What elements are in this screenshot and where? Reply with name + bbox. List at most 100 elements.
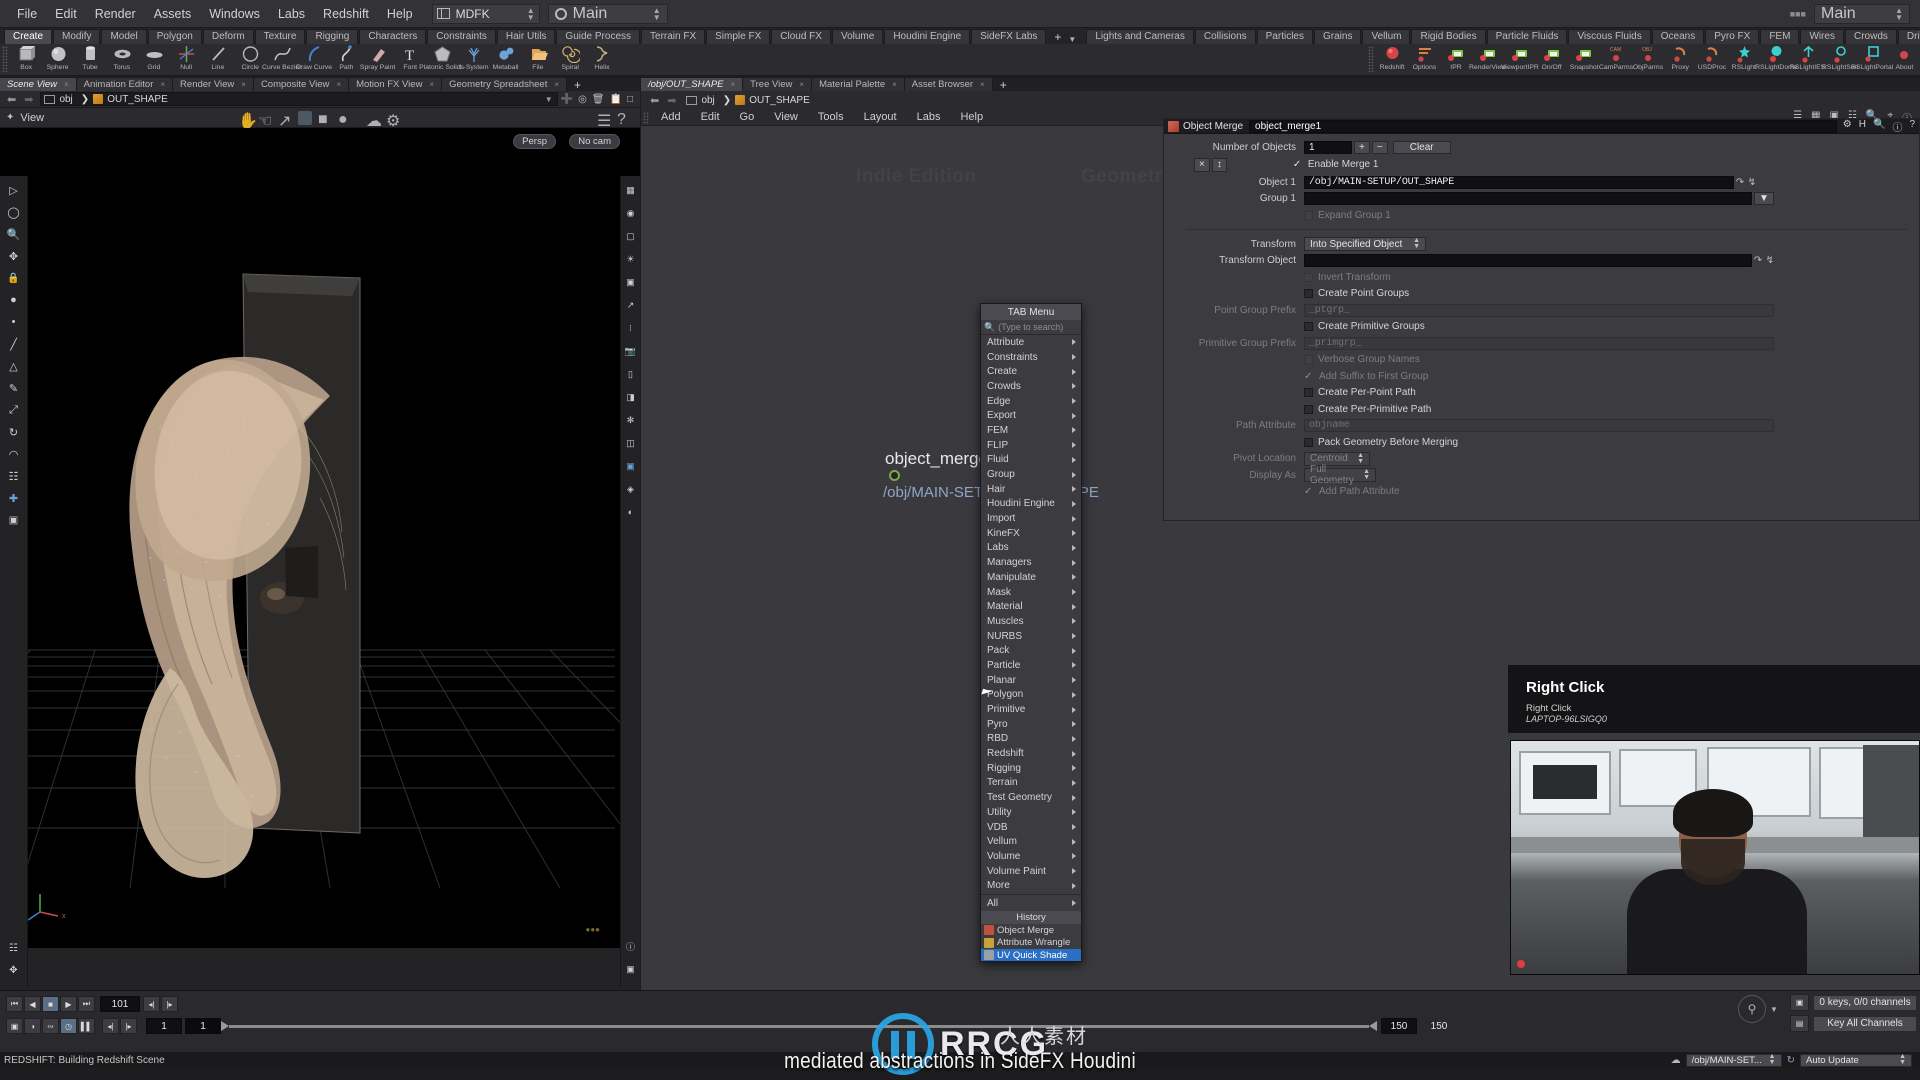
network-menu-tools[interactable]: Tools bbox=[808, 111, 854, 123]
range-slider-track[interactable] bbox=[229, 1024, 1369, 1028]
shelf-tab-sidefx-labs[interactable]: SideFX Labs bbox=[971, 29, 1047, 44]
shelf-tool-torus[interactable]: Torus bbox=[106, 44, 138, 71]
shelf-tab-drive-simulation[interactable]: Drive Simulation bbox=[1897, 29, 1920, 44]
parm-field-object1[interactable]: /obj/MAIN-SETUP/OUT_SHAPE bbox=[1304, 175, 1734, 189]
tab-menu-item-volume[interactable]: Volume bbox=[981, 849, 1081, 864]
shelf-tool-line[interactable]: Line bbox=[202, 44, 234, 71]
network-menu-go[interactable]: Go bbox=[730, 111, 765, 123]
tab-menu-item-material[interactable]: Material bbox=[981, 599, 1081, 614]
key-scope-button[interactable]: ◑ bbox=[24, 1018, 41, 1034]
shelf-tool-proxy[interactable]: Proxy bbox=[1664, 44, 1696, 71]
wire-shade-icon[interactable]: ▢ bbox=[621, 226, 641, 246]
network-tab-tree-view[interactable]: Tree View × bbox=[743, 78, 813, 91]
shelf-tool-box[interactable]: Box bbox=[10, 44, 42, 71]
tab-menu-search[interactable]: 🔍 (Type to search) bbox=[981, 320, 1081, 335]
network-forward-arrow-icon[interactable]: ➡ bbox=[663, 94, 680, 107]
tab-menu-item-primitive[interactable]: Primitive bbox=[981, 702, 1081, 717]
transform-tool-icon[interactable]: ✚ bbox=[4, 488, 24, 508]
tab-menu-item-fluid[interactable]: Fluid bbox=[981, 453, 1081, 468]
key-channels-icon[interactable]: ▤ bbox=[1790, 1015, 1809, 1032]
play-forward-button[interactable]: ▶ bbox=[60, 996, 77, 1012]
scene-tab-add-button[interactable]: + bbox=[567, 78, 588, 92]
normals-icon[interactable]: ↗ bbox=[621, 295, 641, 315]
right-main-spinner[interactable]: ▲ ▼ bbox=[1895, 6, 1903, 21]
tab-menu-item-constraints[interactable]: Constraints bbox=[981, 350, 1081, 365]
help-icon[interactable]: ? bbox=[1909, 119, 1915, 134]
shelf-tab-collisions[interactable]: Collisions bbox=[1194, 29, 1256, 44]
shelf-tab-particle-fluids[interactable]: Particle Fluids bbox=[1486, 29, 1568, 44]
tab-menu-item-polygon[interactable]: Polygon bbox=[981, 688, 1081, 703]
parm-add-path-attribute-check[interactable]: ✓ bbox=[1304, 486, 1314, 497]
viewport-render-icon[interactable]: ▣ bbox=[621, 959, 641, 979]
shelf-tool-redshift[interactable]: Redshift bbox=[1376, 44, 1408, 71]
texture-icon[interactable]: ▣ bbox=[621, 272, 641, 292]
maximize-icon[interactable]: □ bbox=[627, 94, 633, 105]
shelf-tool-on-off[interactable]: On/Off bbox=[1536, 44, 1568, 71]
parm-field-number-of-objects[interactable]: 1 bbox=[1304, 140, 1352, 154]
tab-menu-history-object-merge[interactable]: Object Merge bbox=[981, 924, 1081, 937]
tab-menu-item-all[interactable]: All bbox=[981, 896, 1081, 911]
parm-add-object-button[interactable]: + bbox=[1354, 140, 1370, 154]
shelf-tab-grains[interactable]: Grains bbox=[1314, 29, 1362, 44]
parameter-node-name-field[interactable]: object_merge1 bbox=[1249, 119, 1837, 133]
shelf-tab-volume[interactable]: Volume bbox=[831, 29, 884, 44]
menu-assets[interactable]: Assets bbox=[145, 4, 201, 24]
help-icon[interactable]: ? bbox=[617, 111, 631, 128]
parm-create-per-point-path-checkbox[interactable] bbox=[1304, 388, 1313, 397]
parm-menu-display-as[interactable]: Full Geometry ▲ ▼ bbox=[1304, 464, 1376, 486]
scale-tool-icon[interactable]: ⤢ bbox=[4, 400, 24, 420]
crumb-obj[interactable]: obj bbox=[55, 94, 76, 105]
tab-menu-item-planar[interactable]: Planar bbox=[981, 673, 1081, 688]
scene-tab-composite-view[interactable]: Composite View × bbox=[253, 78, 350, 91]
close-icon[interactable]: × bbox=[429, 80, 434, 89]
prim-tool-icon[interactable]: △ bbox=[4, 356, 24, 376]
shelf-tab-crowds[interactable]: Crowds bbox=[1845, 29, 1897, 44]
lock-tool-icon[interactable]: 🔒 bbox=[4, 268, 24, 288]
edge-tool-icon[interactable]: ╱ bbox=[4, 334, 24, 354]
shelf-tab-terrain-fx[interactable]: Terrain FX bbox=[641, 29, 706, 44]
parm-clear-button[interactable]: Clear bbox=[1392, 140, 1451, 154]
viewport-axis-icon[interactable]: ✥ bbox=[4, 960, 24, 980]
tab-menu-item-flip[interactable]: FLIP bbox=[981, 438, 1081, 453]
shelf-tool-rslighties[interactable]: RSLightIES bbox=[1790, 44, 1826, 71]
close-icon[interactable]: × bbox=[980, 80, 985, 89]
close-icon[interactable]: × bbox=[892, 80, 897, 89]
shelf-tab-houdini-engine[interactable]: Houdini Engine bbox=[884, 29, 971, 44]
network-menu-view[interactable]: View bbox=[764, 111, 808, 123]
shelf-tab-characters[interactable]: Characters bbox=[359, 29, 427, 44]
parm-merge-delete-button[interactable]: × bbox=[1194, 157, 1210, 172]
go-to-start-button[interactable]: ⏮ bbox=[6, 996, 23, 1012]
parm-remove-object-button[interactable]: − bbox=[1371, 140, 1388, 154]
shelf-tab-viscous-fluids[interactable]: Viscous Fluids bbox=[1568, 29, 1651, 44]
mirror-tool-icon[interactable]: ◠ bbox=[4, 444, 24, 464]
tab-menu-item-test-geometry[interactable]: Test Geometry bbox=[981, 790, 1081, 805]
tab-menu-item-import[interactable]: Import bbox=[981, 511, 1081, 526]
tab-menu-item-vellum[interactable]: Vellum bbox=[981, 834, 1081, 849]
tab-menu-item-attribute[interactable]: Attribute bbox=[981, 335, 1081, 350]
parm-expand-group-checkbox[interactable] bbox=[1304, 210, 1313, 220]
time-button[interactable]: ◷ bbox=[60, 1018, 77, 1034]
shelf-tool-grid[interactable]: Grid bbox=[138, 44, 170, 71]
scene-path-breadcrumb[interactable]: obj ❯ OUT_SHAPE ▼ bbox=[40, 92, 558, 106]
move-tool-icon[interactable]: ✥ bbox=[4, 246, 24, 266]
magnify-tool-icon[interactable]: 🔍 bbox=[4, 224, 24, 244]
play-stop-button[interactable]: ■ bbox=[42, 996, 59, 1012]
tab-menu-item-particle[interactable]: Particle bbox=[981, 658, 1081, 673]
tab-menu-item-redshift[interactable]: Redshift bbox=[981, 746, 1081, 761]
main-context-selector[interactable]: Main ▲ ▼ bbox=[547, 3, 668, 24]
close-icon[interactable]: × bbox=[160, 80, 165, 89]
shelf-tool-file[interactable]: File bbox=[522, 44, 554, 71]
shelf-left-overflow-icon[interactable]: ▼ bbox=[1068, 35, 1082, 44]
shelf-tab-simple-fx[interactable]: Simple FX bbox=[706, 29, 771, 44]
wireframe-icon[interactable]: ■ bbox=[318, 111, 332, 128]
shelf-tab-cloud-fx[interactable]: Cloud FX bbox=[771, 29, 831, 44]
points-display-icon[interactable]: ⁝ bbox=[621, 318, 641, 338]
shelf-tab-vellum[interactable]: Vellum bbox=[1362, 29, 1411, 44]
select-tool-icon[interactable]: ▷ bbox=[4, 180, 24, 200]
tab-menu-item-mask[interactable]: Mask bbox=[981, 585, 1081, 600]
prev-key-button[interactable]: ◂| bbox=[143, 996, 160, 1012]
range-slider-left-handle[interactable] bbox=[221, 1021, 229, 1031]
menu-help[interactable]: Help bbox=[378, 4, 422, 24]
ortho-icon[interactable]: ◫ bbox=[621, 433, 641, 453]
shelf-tool-path[interactable]: Path bbox=[330, 44, 362, 71]
